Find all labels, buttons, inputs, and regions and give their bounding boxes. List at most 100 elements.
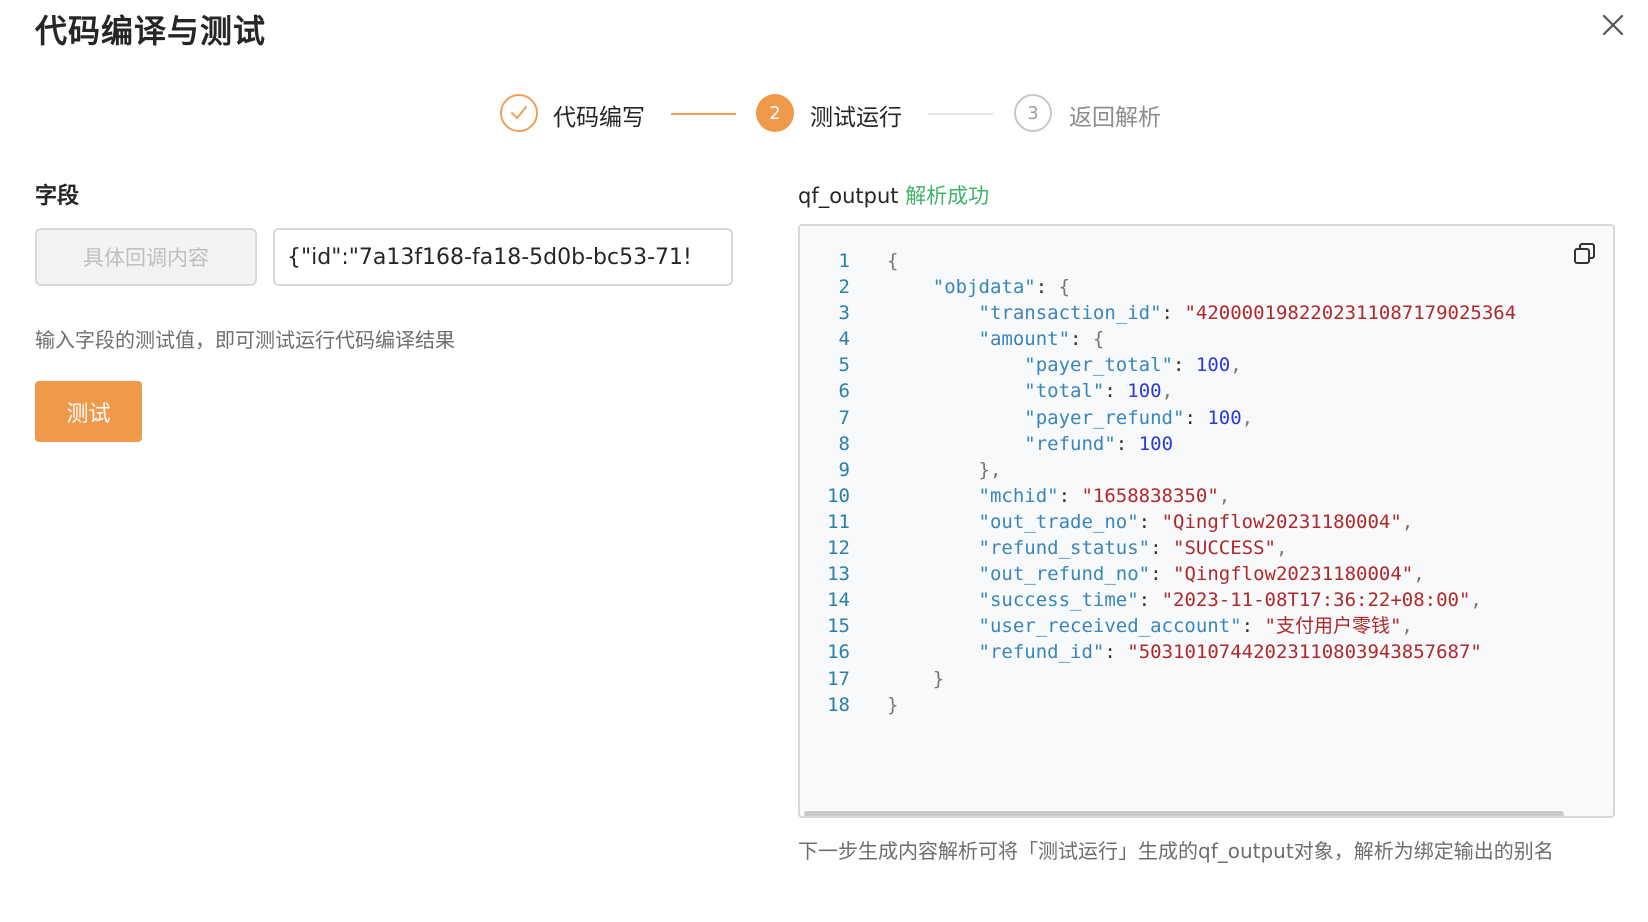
field-section-label: 字段: [35, 184, 80, 209]
code-text: "transaction_id": "420000198220231108717…: [887, 300, 1517, 326]
code-text: "payer_refund": 100,: [887, 405, 1253, 431]
json-value: "50310107442023110803943857687": [1127, 641, 1482, 664]
code-text: "success_time": "2023-11-08T17:36:22+08:…: [887, 587, 1482, 613]
check-icon: [511, 106, 527, 119]
line-number: 14: [827, 589, 850, 612]
step-connector-1: [671, 113, 736, 115]
code-line: 6 "total": 100,: [800, 378, 1613, 404]
json-key: "mchid": [978, 484, 1059, 507]
json-value: "SUCCESS": [1173, 537, 1276, 560]
json-separator: :: [1115, 432, 1139, 455]
json-value: 100: [1138, 432, 1174, 455]
json-separator: :: [1184, 406, 1208, 429]
code-text: "payer_total": 100,: [887, 352, 1242, 378]
json-punctuation: ,: [1275, 537, 1288, 560]
json-punctuation: },: [978, 458, 1002, 481]
code-lines: 1{2 "objdata": {3 "transaction_id": "420…: [800, 248, 1613, 718]
dialog-title: 代码编译与测试: [35, 12, 267, 50]
horizontal-scrollbar[interactable]: [804, 811, 1564, 816]
output-status: 解析成功: [905, 184, 990, 208]
json-key: "payer_total": [1024, 354, 1173, 377]
line-number: 5: [838, 354, 850, 377]
json-key: "refund_id": [978, 641, 1105, 664]
step-1-done: [500, 94, 538, 132]
field-value-input[interactable]: [273, 228, 733, 286]
code-line: 1{: [800, 248, 1613, 274]
json-punctuation: ,: [1218, 484, 1231, 507]
json-punctuation: ,: [1470, 589, 1482, 612]
json-value: "支付用户零钱": [1264, 615, 1402, 638]
json-key: "user_received_account": [978, 615, 1242, 638]
code-text: "objdata": {: [887, 274, 1070, 300]
line-number: 10: [827, 484, 850, 507]
json-separator: :: [1161, 302, 1185, 325]
footer-note: 下一步生成内容解析可将「测试运行」生成的qf_output对象，解析为绑定输出的…: [798, 839, 1554, 863]
json-key: "total": [1024, 380, 1105, 403]
code-line: 12 "refund_status": "SUCCESS",: [800, 535, 1613, 561]
code-text: "refund": 100: [887, 431, 1173, 457]
step-3-label: 返回解析: [1069, 105, 1161, 131]
json-separator: :: [1104, 641, 1128, 664]
output-header: qf_output 解析成功: [798, 180, 989, 210]
json-key: "out_refund_no": [978, 563, 1151, 586]
json-separator: :: [1241, 615, 1265, 638]
step-connector-2: [928, 113, 993, 115]
json-separator: :: [1173, 354, 1196, 377]
json-separator: :: [1058, 484, 1082, 507]
line-number: 2: [838, 276, 850, 299]
line-number: 13: [827, 563, 850, 586]
step-3-pending: 3: [1014, 94, 1052, 132]
code-output-box[interactable]: 1{2 "objdata": {3 "transaction_id": "420…: [798, 224, 1615, 818]
code-text: "user_received_account": "支付用户零钱",: [887, 613, 1413, 639]
code-compile-test-dialog: 代码编译与测试 代码编写 2 测试运行 3 返回解析 字段 具体回调内容 输入字…: [0, 0, 1648, 922]
line-number: 7: [838, 406, 850, 429]
json-punctuation: }: [887, 693, 899, 716]
code-line: 17 }: [800, 666, 1613, 692]
code-line: 5 "payer_total": 100,: [800, 352, 1613, 378]
json-key: "refund": [1024, 432, 1116, 455]
json-key: "refund_status": [978, 537, 1151, 560]
json-punctuation: {: [1058, 276, 1071, 299]
code-text: "out_refund_no": "Qingflow20231180004",: [887, 561, 1425, 587]
code-line: 13 "out_refund_no": "Qingflow20231180004…: [800, 561, 1613, 587]
code-line: 2 "objdata": {: [800, 274, 1613, 300]
json-key: "out_trade_no": [978, 510, 1139, 533]
json-punctuation: ,: [1401, 615, 1413, 638]
json-separator: :: [1150, 563, 1173, 586]
close-icon[interactable]: [1598, 10, 1628, 40]
close-button[interactable]: [1598, 10, 1628, 40]
line-number: 3: [838, 302, 850, 325]
code-line: 4 "amount": {: [800, 326, 1613, 352]
json-separator: :: [1150, 537, 1173, 560]
json-separator: :: [1138, 510, 1162, 533]
line-number: 15: [827, 615, 850, 638]
code-line: 8 "refund": 100: [800, 431, 1613, 457]
json-key: "transaction_id": [978, 302, 1162, 325]
code-text: "refund_status": "SUCCESS",: [887, 535, 1288, 561]
code-text: "total": 100,: [887, 378, 1173, 404]
field-name-box: 具体回调内容: [35, 228, 257, 286]
json-value: "Qingflow20231180004": [1173, 563, 1414, 586]
code-line: 16 "refund_id": "50310107442023110803943…: [800, 639, 1613, 665]
line-number: 16: [827, 641, 850, 664]
json-value: 100: [1195, 354, 1231, 377]
code-line: 14 "success_time": "2023-11-08T17:36:22+…: [800, 587, 1613, 613]
code-line: 10 "mchid": "1658838350",: [800, 483, 1613, 509]
test-button[interactable]: 测试: [35, 381, 142, 442]
json-value: "Qingflow20231180004": [1161, 510, 1402, 533]
code-text: {: [887, 248, 898, 274]
code-line: 3 "transaction_id": "4200001982202311087…: [800, 300, 1613, 326]
code-line: 9 },: [800, 457, 1613, 483]
json-punctuation: ,: [1230, 354, 1242, 377]
json-value: "4200001982202311087179025364: [1184, 302, 1517, 325]
json-separator: :: [1070, 328, 1093, 351]
